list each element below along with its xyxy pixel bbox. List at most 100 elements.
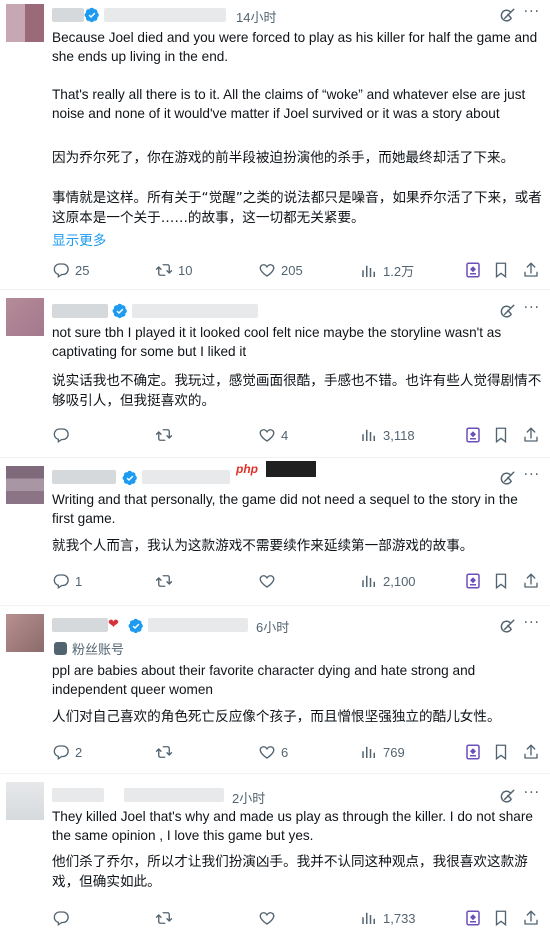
reply-icon [52,572,70,590]
retweet-icon [155,261,173,279]
views-button[interactable]: 769 [360,743,405,761]
boost-icon[interactable] [464,909,482,927]
share-icon[interactable] [522,743,540,761]
share-icon[interactable] [522,909,540,927]
more-options-icon[interactable]: ··· [524,300,540,316]
tweet-actions: 2 6 769 [52,743,542,765]
avatar[interactable] [6,614,44,652]
reply-icon [52,426,70,444]
blurred-display-name[interactable] [52,8,84,22]
views-button[interactable]: 2,100 [360,572,416,590]
boost-icon[interactable] [464,426,482,444]
verified-badge-icon [84,7,100,23]
tweet-time[interactable]: 6小时 [256,617,289,636]
fan-account-label: 粉丝账号 [54,639,124,658]
tweet-time[interactable]: 14小时 [236,7,276,26]
watermark-logo: php [236,461,316,477]
tweet-text-en: Because Joel died and you were forced to… [52,30,538,121]
retweet-button[interactable] [155,572,178,590]
tweet-actions: 1,733 [52,909,542,931]
tweet-text-zh: 就我个人而言，我认为这款游戏不需要续作来延续第一部游戏的故事。 [52,538,474,554]
retweet-icon [155,743,173,761]
bookmark-icon[interactable] [492,261,510,279]
tweet-1[interactable]: 14小时 ··· Because Joel died and you were … [0,0,550,290]
tweet-4[interactable]: ❤ 6小时 ··· 粉丝账号 ppl are babies about thei… [0,606,550,774]
views-icon [360,426,378,444]
views-button[interactable]: 3,118 [360,426,415,444]
grok-icon[interactable] [498,470,516,488]
views-icon [360,909,378,927]
verified-badge-icon [128,618,144,634]
avatar[interactable] [6,782,44,820]
avatar[interactable] [6,466,44,504]
reply-button[interactable] [52,909,75,927]
tweet-3[interactable]: ··· Writing and that personally, the gam… [0,458,550,606]
avatar[interactable] [6,298,44,336]
show-more-link[interactable]: 显示更多 [52,229,106,249]
tweet-actions: 25 10 205 1.2万 [52,261,542,283]
blurred-handle [142,470,230,484]
reply-button[interactable]: 25 [52,261,89,279]
like-button[interactable] [258,572,281,590]
reply-button[interactable]: 1 [52,572,82,590]
retweet-button[interactable] [155,426,178,444]
retweet-button[interactable] [155,743,178,761]
retweet-button[interactable] [155,909,178,927]
tweet-time[interactable]: 2小时 [232,788,265,807]
like-icon [258,909,276,927]
like-button[interactable]: 205 [258,261,303,279]
blurred-handle [148,618,248,632]
retweet-icon [155,572,173,590]
fan-badge-icon [54,642,67,655]
bookmark-icon[interactable] [492,909,510,927]
tweet-text-zh: 因为乔尔死了，你在游戏的前半段被迫扮演他的杀手，而她最终却活了下来。 事情就是这… [52,150,542,226]
more-options-icon[interactable]: ··· [524,4,540,20]
verified-badge-icon [122,470,138,486]
like-button[interactable]: 4 [258,426,288,444]
views-count: 769 [383,744,405,760]
boost-icon[interactable] [464,572,482,590]
share-icon[interactable] [522,572,540,590]
tweet-text-zh: 他们杀了乔尔，所以才让我们扮演凶手。我并不认同这种观点，我很喜欢这款游戏，但确实… [52,854,528,890]
grok-icon[interactable] [498,7,516,25]
more-options-icon[interactable]: ··· [524,615,540,631]
views-button[interactable]: 1,733 [360,909,416,927]
like-button[interactable]: 6 [258,743,288,761]
retweet-button[interactable]: 10 [155,261,192,279]
like-icon [258,572,276,590]
tweet-text-zh: 说实话我也不确定。我玩过，感觉画面很酷，手感也不错。也许有些人觉得剧情不够吸引人… [52,373,542,409]
views-count: 3,118 [383,427,415,443]
reply-icon [52,909,70,927]
grok-icon[interactable] [498,303,516,321]
reply-button[interactable]: 2 [52,743,82,761]
heart-emoji-icon: ❤ [108,617,119,632]
tweet-2[interactable]: ··· not sure tbh I played it it looked c… [0,290,550,458]
like-icon [258,261,276,279]
grok-icon[interactable] [498,788,516,806]
boost-icon[interactable] [464,261,482,279]
share-icon[interactable] [522,426,540,444]
bookmark-icon[interactable] [492,572,510,590]
tweet-5[interactable]: 2小时 ··· They killed Joel that's why and … [0,774,550,939]
like-icon [258,426,276,444]
reply-count: 2 [75,744,83,760]
more-options-icon[interactable]: ··· [524,785,540,801]
more-options-icon[interactable]: ··· [524,467,540,483]
blurred-display-name [52,304,108,318]
boost-icon[interactable] [464,743,482,761]
grok-icon[interactable] [498,618,516,636]
share-icon[interactable] [522,261,540,279]
reply-button[interactable] [52,426,75,444]
avatar[interactable] [6,4,44,42]
like-count: 4 [281,427,289,443]
views-button[interactable]: 1.2万 [360,261,414,280]
blurred-display-name [52,618,108,632]
retweet-icon [155,426,173,444]
tweet-text-en: They killed Joel that's why and made us … [52,809,533,843]
like-button[interactable] [258,909,281,927]
bookmark-icon[interactable] [492,743,510,761]
tweet-actions: 1 2,100 [52,572,542,594]
bookmark-icon[interactable] [492,426,510,444]
views-count: 1,733 [383,910,416,926]
reply-icon [52,261,70,279]
